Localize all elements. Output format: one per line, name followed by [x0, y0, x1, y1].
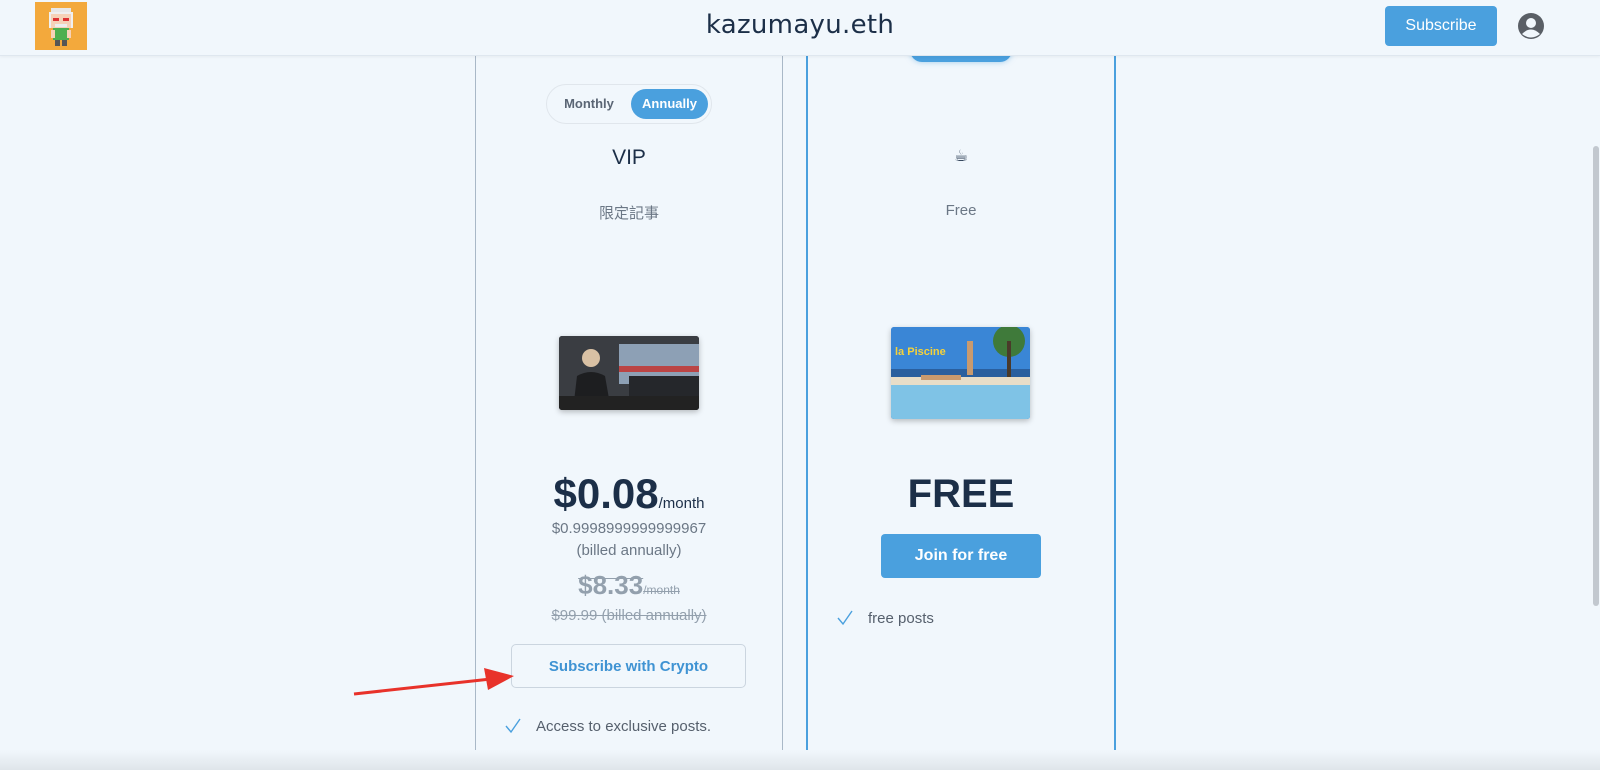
tier-description: 限定記事	[598, 205, 659, 222]
tier-emoji: ☕	[953, 148, 969, 165]
site-title[interactable]: kazumayu.eth	[0, 10, 1600, 40]
tier-name: VIP	[612, 146, 646, 169]
billing-toggle: Monthly Annually	[546, 84, 712, 124]
feature-item: free posts	[868, 610, 934, 627]
original-billed: $99.99 (billed annually)	[551, 607, 707, 624]
price-amount: $0.08	[553, 470, 659, 517]
billed-note: (billed annually)	[576, 542, 682, 559]
check-icon	[505, 718, 521, 734]
price-unit: /month	[658, 495, 705, 512]
top-header: kazumayu.eth Subscribe	[0, 0, 1600, 56]
toggle-annually[interactable]: Annually	[631, 89, 708, 119]
scrollbar-thumb[interactable]	[1593, 146, 1599, 606]
account-icon[interactable]	[1517, 12, 1545, 40]
original-price-amount: $8.33	[578, 570, 644, 600]
join-for-free-button[interactable]: Join for free	[881, 534, 1041, 578]
bottom-edge	[0, 750, 1600, 770]
svg-text:la Piscine: la Piscine	[895, 346, 946, 358]
billed-amount: $0.9998999999999967	[551, 520, 707, 537]
original-price-unit: /month	[643, 583, 680, 597]
feature-item: Access to exclusive posts.	[536, 718, 712, 735]
header-subscribe-button[interactable]: Subscribe	[1385, 6, 1497, 46]
subscribe-with-crypto-button[interactable]: Subscribe with Crypto	[511, 644, 746, 688]
tier-image	[559, 336, 699, 410]
tier-price: FREE	[907, 472, 1015, 516]
tier-price: $0.08/month	[476, 470, 782, 518]
tier-image: la Piscine	[891, 327, 1030, 419]
toggle-monthly[interactable]: Monthly	[551, 89, 627, 119]
check-icon	[837, 610, 853, 626]
original-price: $8.33/month	[476, 570, 782, 601]
annotation-arrow-icon	[353, 668, 514, 696]
tier-description: Free	[945, 202, 977, 219]
